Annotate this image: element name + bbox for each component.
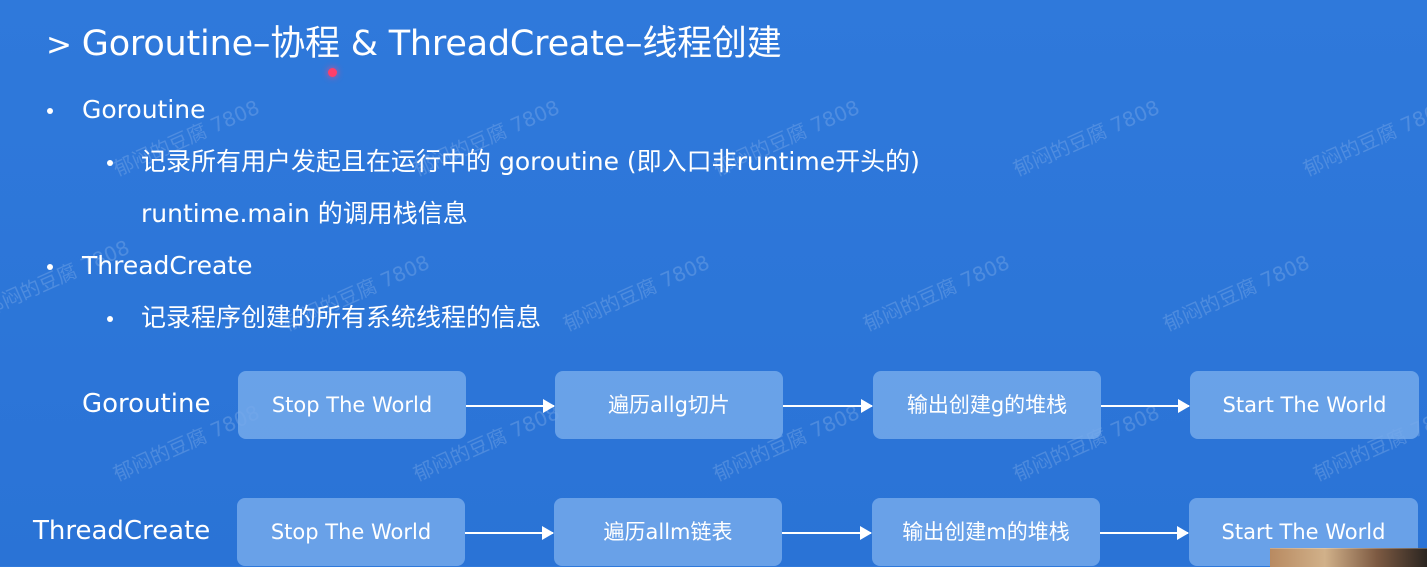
bullet-dot <box>47 264 53 270</box>
sub-bullet-dot <box>107 316 113 322</box>
flow-step: 遍历allg切片 <box>555 371 783 439</box>
slide-title: > Goroutine–协程 & ThreadCreate–线程创建 <box>46 22 782 67</box>
title-marker: > <box>46 27 72 63</box>
flow-arrow <box>466 399 555 413</box>
bullet-label: Goroutine <box>82 95 206 124</box>
flow-arrow <box>783 399 873 413</box>
flow-step: Stop The World <box>238 371 466 439</box>
sub-bullet-line-2: runtime.main 的调用栈信息 <box>141 199 468 228</box>
bullet-goroutine: Goroutine <box>47 95 206 125</box>
flow-arrow <box>1101 399 1190 413</box>
sub-bullet-goroutine-description: 记录所有用户发起且在运行中的 goroutine (即入口非runtime开头的… <box>107 147 920 177</box>
flow-step: Stop The World <box>237 498 465 566</box>
slide-title-text: Goroutine–协程 & ThreadCreate–线程创建 <box>81 24 782 64</box>
flow-arrow <box>465 526 554 540</box>
webcam-overlay <box>1270 548 1427 567</box>
watermark: 郁闷的豆腐 7808 <box>859 250 1014 337</box>
sub-bullet-dot <box>107 160 113 166</box>
laser-pointer-dot <box>328 68 337 77</box>
flow-step: 输出创建g的堆栈 <box>873 371 1101 439</box>
sub-bullet-line-1: 记录所有用户发起且在运行中的 goroutine (即入口非runtime开头的… <box>141 147 920 176</box>
bullet-dot <box>47 108 53 114</box>
watermark: 郁闷的豆腐 7808 <box>559 250 714 337</box>
bullet-threadcreate: ThreadCreate <box>47 251 253 281</box>
sub-bullet-line-1: 记录程序创建的所有系统线程的信息 <box>141 303 542 332</box>
bullet-label: ThreadCreate <box>82 251 253 280</box>
watermark: 郁闷的豆腐 7808 <box>1159 250 1314 337</box>
flow-label-threadcreate: ThreadCreate <box>33 516 211 546</box>
sub-bullet-threadcreate-description: 记录程序创建的所有系统线程的信息 <box>107 303 542 333</box>
flow-step: 遍历allm链表 <box>554 498 782 566</box>
flow-step: 输出创建m的堆栈 <box>872 498 1100 566</box>
watermark: 郁闷的豆腐 7808 <box>1299 95 1427 182</box>
flow-step: Start The World <box>1190 371 1419 439</box>
watermark: 郁闷的豆腐 7808 <box>1009 95 1164 182</box>
flow-arrow <box>782 526 872 540</box>
presentation-slide: 郁闷的豆腐 7808 郁闷的豆腐 7808 郁闷的豆腐 7808 郁闷的豆腐 7… <box>0 0 1427 567</box>
flow-arrow <box>1100 526 1189 540</box>
flow-label-goroutine: Goroutine <box>82 389 211 419</box>
